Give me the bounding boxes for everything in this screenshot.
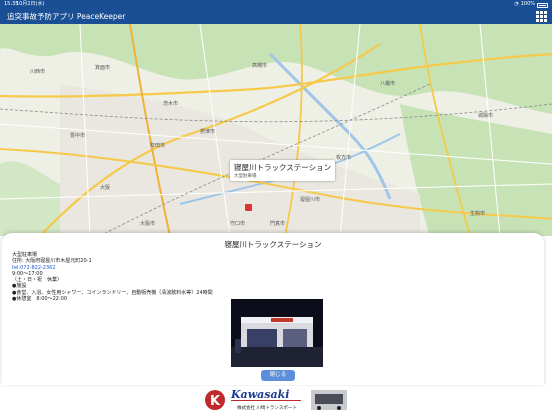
map-label: 城陽市 <box>478 113 494 119</box>
battery-icon <box>537 3 548 8</box>
close-button[interactable]: 閉じる <box>261 370 295 381</box>
map-label: 枚方市 <box>336 155 352 161</box>
app-header: 追突事故予防アプリ PeaceKeeper <box>0 9 552 24</box>
station-detail-modal: 寝屋川トラックステーション 大型駐車場 住所: 大阪府寝屋川市木屋元町20-1 … <box>2 233 544 385</box>
map-label: 大阪 <box>100 185 111 191</box>
svg-text:Kawasaki: Kawasaki <box>230 388 289 401</box>
modal-title: 寝屋川トラックステーション <box>224 240 322 249</box>
map-label: 箕面市 <box>95 65 111 71</box>
app-title: 追突事故予防アプリ PeaceKeeper <box>7 12 126 21</box>
battery-percent: 100% <box>520 1 535 7</box>
map-label: 八幡市 <box>380 81 396 87</box>
map-label: 生駒市 <box>470 211 486 217</box>
map-label: 吹田市 <box>150 143 166 149</box>
map-label: 川西市 <box>30 69 46 75</box>
map-label: 守口市 <box>230 221 246 227</box>
map-view[interactable]: 川西市 箕面市 高槻市 八幡市 城陽市 茨木市 豊中市 吹田市 摂津市 寝屋川市… <box>0 24 552 236</box>
map-callout[interactable]: 寝屋川トラックステーション 大型駐車場 <box>230 160 336 181</box>
grid-menu-icon[interactable] <box>536 11 547 22</box>
ad-banner[interactable]: K Kawasaki 株式会社 川崎トランスポート <box>201 386 349 414</box>
wifi-icon: ◔ <box>514 1 519 7</box>
station-photo <box>231 299 323 367</box>
map-label: 門真市 <box>270 221 286 227</box>
status-date: 10月2日(水) <box>16 1 45 7</box>
status-bar: 15:35 10月2日(水) ◔ 100% <box>0 0 552 9</box>
map-canvas <box>0 24 552 236</box>
ad-company: 株式会社 川崎トランスポート <box>237 406 297 411</box>
location-pin-icon[interactable] <box>245 204 252 211</box>
map-label: 高槻市 <box>252 63 268 69</box>
status-right: ◔ 100% <box>514 0 548 9</box>
map-label: 豊中市 <box>70 133 86 139</box>
map-label: 寝屋川市 <box>300 197 321 203</box>
map-label: 大阪市 <box>140 221 156 227</box>
map-label: 茨木市 <box>163 101 179 107</box>
callout-subtitle: 大型駐車場 <box>234 174 257 179</box>
svg-text:K: K <box>210 394 221 409</box>
map-label: 摂津市 <box>200 129 216 135</box>
station-details: 大型駐車場 住所: 大阪府寝屋川市木屋元町20-1 tel:072-822-23… <box>12 252 312 302</box>
callout-title: 寝屋川トラックステーション <box>234 163 332 172</box>
